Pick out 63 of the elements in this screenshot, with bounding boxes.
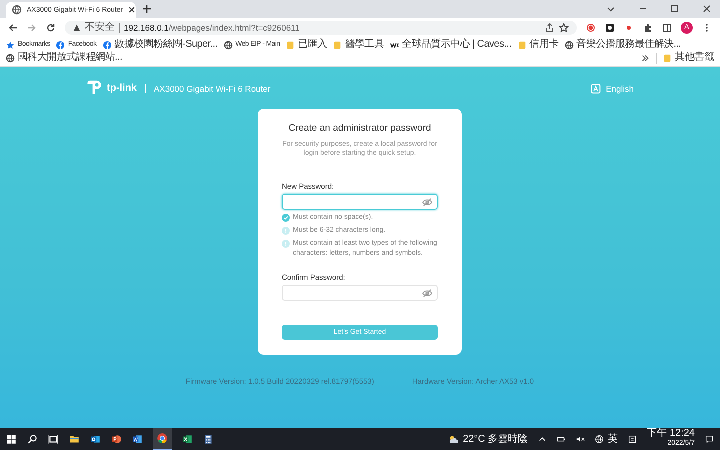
battery-icon[interactable] [557,434,566,444]
globe-icon[interactable] [595,434,604,444]
reload-icon[interactable] [46,22,56,32]
keyboard-icon[interactable] [628,434,638,444]
password-field[interactable] [282,194,438,210]
logo-icon [390,40,400,50]
warning-icon [73,24,81,32]
chrome-icon[interactable] [157,433,168,444]
hidden-eye-icon[interactable] [422,198,433,206]
bookmark-folder[interactable]: 其他書籤 [663,52,714,64]
word-icon[interactable] [132,434,143,444]
globe-icon [224,40,233,50]
facebook-icon [102,40,112,50]
bookmark-item[interactable]: 音樂公播服務最佳解決... [564,39,682,51]
product-name: AX3000 Gigabit Wi-Fi 6 Router [154,84,271,94]
bookmark-item[interactable]: 醫學工具 [333,39,384,51]
speaker-muted-icon[interactable] [576,434,586,444]
hidden-eye-icon[interactable] [422,288,433,298]
card-title: Create an administrator password [288,123,432,134]
back-icon[interactable] [8,22,18,32]
url-text: 192.168.0.1/webpages/index.html?t=c9260611 [124,22,300,32]
address-field[interactable]: 不安全 192.168.0.1/webpages/index.html?t=c9260611 [65,20,577,34]
windows-start-icon[interactable] [6,434,17,444]
extension-icon[interactable] [605,22,615,32]
brand-name: tp-link [107,83,137,94]
bookmark-item[interactable]: 國科大開放式課程網站... [6,52,122,64]
folder-icon[interactable] [69,434,80,444]
close-icon[interactable] [128,6,136,14]
chevron-right-icon[interactable] [641,54,650,62]
bookmark-item[interactable]: 數據校園粉絲團-Super... [102,39,218,51]
cloud-sun-icon [448,434,460,444]
task-view-icon[interactable] [48,434,59,444]
record-icon[interactable] [586,22,596,32]
outlook-icon[interactable] [90,434,101,444]
star-icon[interactable] [559,22,569,32]
notification-icon[interactable] [705,434,714,444]
star-icon [6,40,15,50]
bookmark-item[interactable]: 信用卡 [518,39,559,51]
share-icon[interactable] [545,22,555,32]
language-icon [591,84,602,94]
folder-icon [286,40,296,50]
close-icon[interactable] [702,4,712,14]
globe-icon [12,5,22,15]
puzzle-icon[interactable] [643,22,653,32]
logo-icon [86,80,103,97]
input-method-label[interactable]: 英 [608,432,618,446]
folder-icon [663,54,672,62]
search-icon[interactable] [27,434,38,444]
facebook-icon [56,40,66,50]
maximize-icon[interactable] [670,4,680,14]
weather-text[interactable]: 22°C 多雲時陰 [463,432,528,446]
side-panel-icon[interactable] [662,22,672,32]
globe-icon [6,54,15,62]
powerpoint-icon[interactable] [111,434,122,444]
bookmark-item[interactable]: 全球品質示中心 | Caves... [390,39,512,51]
new-tab-icon[interactable] [142,4,152,14]
bookmark-item[interactable]: 已匯入 [286,39,328,51]
globe-icon [564,40,574,50]
folder-icon [518,40,527,50]
security-label: 不安全 [85,22,120,32]
calculator-icon[interactable] [203,434,214,444]
excel-icon[interactable] [182,434,193,444]
folder-icon [333,40,342,50]
